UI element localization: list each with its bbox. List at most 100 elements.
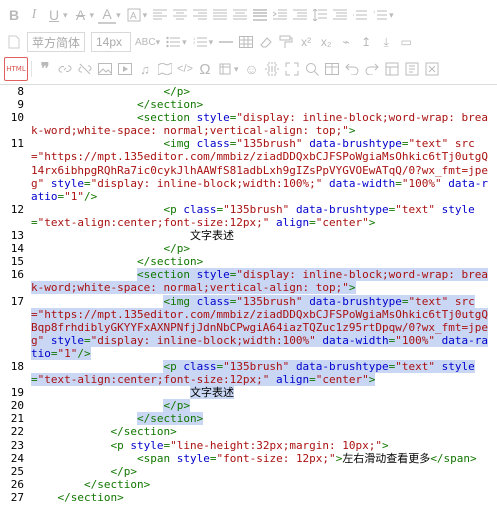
fullscreen-icon[interactable] [283,58,301,80]
horizontal-rule-icon[interactable] [217,31,235,53]
code-line[interactable]: 9 </section> [0,98,497,111]
align-center-icon[interactable] [171,4,189,26]
code-line[interactable]: 27 </section> [0,491,497,504]
line-height-icon[interactable] [311,4,329,26]
template-doc-icon[interactable] [5,31,23,53]
chevron-down-icon[interactable]: ▾ [116,10,121,21]
pagebreak-icon[interactable] [263,58,281,80]
code-line[interactable]: 19 文字表述 [0,386,497,400]
hr-icon[interactable] [351,4,369,26]
code-text: <img class="135brush" data-brushtype="te… [28,137,497,202]
music-icon[interactable]: ♫ [136,58,154,80]
omega-icon[interactable]: Ω [196,58,214,80]
font-size-select[interactable]: 14px [91,32,131,52]
code-line[interactable]: 18 <p class="135brush" data-brushtype="t… [0,359,497,387]
clear-format-icon[interactable] [251,4,269,26]
align-justify-icon[interactable] [211,4,229,26]
eraser-icon[interactable] [257,31,275,53]
code-line[interactable]: 16 <section style="display: inline-block… [0,268,497,295]
underline-icon[interactable]: U [45,4,63,26]
format-painter-icon[interactable] [277,31,295,53]
font-family-select[interactable]: 苹方简体 [27,32,85,52]
code-line[interactable]: 14 </p> [0,242,497,255]
code-line[interactable]: 24 <span style="font-size: 12px;">左右滑动查看… [0,452,497,465]
code-line[interactable]: 8 </p> [0,85,497,98]
code-line[interactable]: 21 </section> [0,412,497,426]
code-line[interactable]: 22 </section> [0,425,497,438]
chevron-down-icon[interactable]: ▾ [143,10,148,21]
emoji-icon[interactable]: ☺ [243,58,261,80]
video-icon[interactable] [116,58,134,80]
bold-icon[interactable]: B [5,4,23,26]
code-token-tag: </p> [163,399,190,413]
code-token-tag: = [84,176,91,190]
code-token-attr: style [441,202,475,216]
code-token-attr: data-brushtype [309,294,402,308]
chevron-down-icon[interactable]: ▾ [389,10,394,21]
chevron-down-icon[interactable]: ▾ [209,37,214,48]
export-icon[interactable]: ⤓ [377,31,395,53]
chevron-down-icon[interactable]: ▾ [63,10,68,21]
code-body: </p> [163,85,190,98]
code-line[interactable]: 10 <section style="display: inline-block… [0,111,497,137]
clear-icon[interactable] [423,58,441,80]
align-left-icon[interactable] [151,4,169,26]
font-color-icon[interactable]: A [98,6,117,24]
chevron-down-icon[interactable]: ▾ [156,37,161,48]
preview-icon[interactable] [403,58,421,80]
chevron-down-icon[interactable]: ▾ [182,37,187,48]
map-icon[interactable] [156,58,174,80]
subscript-icon[interactable]: x₂ [317,31,335,53]
editor-scrollbar[interactable] [491,85,497,517]
redo-icon[interactable] [363,58,381,80]
code-token-tag: </section> [136,255,204,269]
unordered-list-icon[interactable] [164,31,182,53]
preview-doc-icon[interactable]: ▭ [397,31,415,53]
code-line[interactable]: 15 </section> [0,255,497,268]
letter-case-button[interactable]: ABC [135,31,156,53]
search-icon[interactable] [303,58,321,80]
superscript-icon[interactable]: x² [297,31,315,53]
numbered-list-icon[interactable]: 12 [191,31,209,53]
align-right-icon[interactable] [191,4,209,26]
table-edit-icon[interactable] [323,58,341,80]
code-token-tag: > [368,373,376,387]
code-line[interactable]: 17 <img class="135brush" data-brushtype=… [0,294,497,360]
background-color-icon[interactable]: A [125,4,143,26]
code-line[interactable]: 26 </section> [0,478,497,491]
code-line[interactable]: 12 <p class="135brush" data-brushtype="t… [0,203,497,229]
code-icon[interactable]: </> [176,58,194,80]
chevron-down-icon[interactable]: ▾ [90,10,95,21]
undo-icon[interactable] [343,58,361,80]
chevron-down-icon[interactable]: ▾ [234,64,239,75]
outdent-icon[interactable] [291,4,309,26]
ordered-list-icon[interactable]: 1 [371,4,389,26]
table-icon[interactable] [237,31,255,53]
html-source-button[interactable]: HTML [4,57,28,81]
code-token-str: "100%" [395,333,436,347]
symbol-icon[interactable] [216,58,234,80]
code-line[interactable]: 20 </p> [0,399,497,413]
anchor-icon[interactable]: ↥ [357,31,375,53]
indent-icon[interactable] [271,4,289,26]
code-line[interactable]: 13 文字表述 [0,229,497,242]
image-icon[interactable] [96,58,114,80]
code-token-str: "1" [64,189,84,203]
code-line[interactable]: 11 <img class="135brush" data-brushtype=… [0,137,497,202]
code-line[interactable]: 25 </p> [0,465,497,478]
unlink-icon[interactable] [76,58,94,80]
link-tool-icon[interactable]: ⌁ [337,31,355,53]
paragraph-spacing-icon[interactable] [331,4,349,26]
quote-icon[interactable]: ❞ [36,58,54,80]
italic-icon[interactable]: I [25,4,43,26]
svg-text:2: 2 [193,40,196,45]
line-number: 15 [10,255,24,269]
html-source-editor[interactable]: 8 </p> 9 </section> 10 <section style="dis… [0,85,497,517]
align-distribute-icon[interactable] [231,4,249,26]
link-icon[interactable] [56,58,74,80]
strikethrough-icon[interactable]: A [72,4,90,26]
code-line[interactable]: 23 <p style="line-height:32px;margin: 10… [0,439,497,452]
line-number: 16 [10,268,24,282]
template-icon[interactable] [383,58,401,80]
